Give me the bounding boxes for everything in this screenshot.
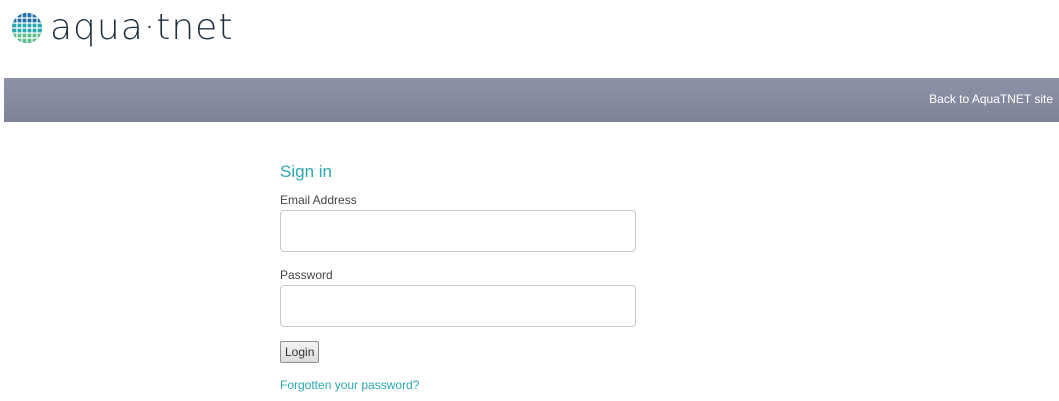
globe-grid-icon [12, 13, 42, 43]
password-field[interactable] [280, 285, 636, 327]
login-button[interactable]: Login [280, 341, 320, 363]
logo-text: aqua·tnet [50, 7, 234, 48]
site-logo[interactable]: aqua·tnet [10, 8, 233, 48]
password-label: Password [280, 268, 333, 282]
login-page: aqua·tnet Back to AquaTNET site Sign in … [0, 0, 1059, 401]
email-label: Email Address [280, 193, 357, 207]
back-to-site-link[interactable]: Back to AquaTNET site [929, 92, 1053, 106]
top-navbar: Back to AquaTNET site [4, 78, 1059, 122]
signin-form: Sign in Email Address Password Login For… [280, 160, 640, 392]
forgot-password-link[interactable]: Forgotten your password? [280, 378, 640, 392]
signin-title: Sign in [280, 162, 332, 181]
email-field[interactable] [280, 210, 636, 252]
